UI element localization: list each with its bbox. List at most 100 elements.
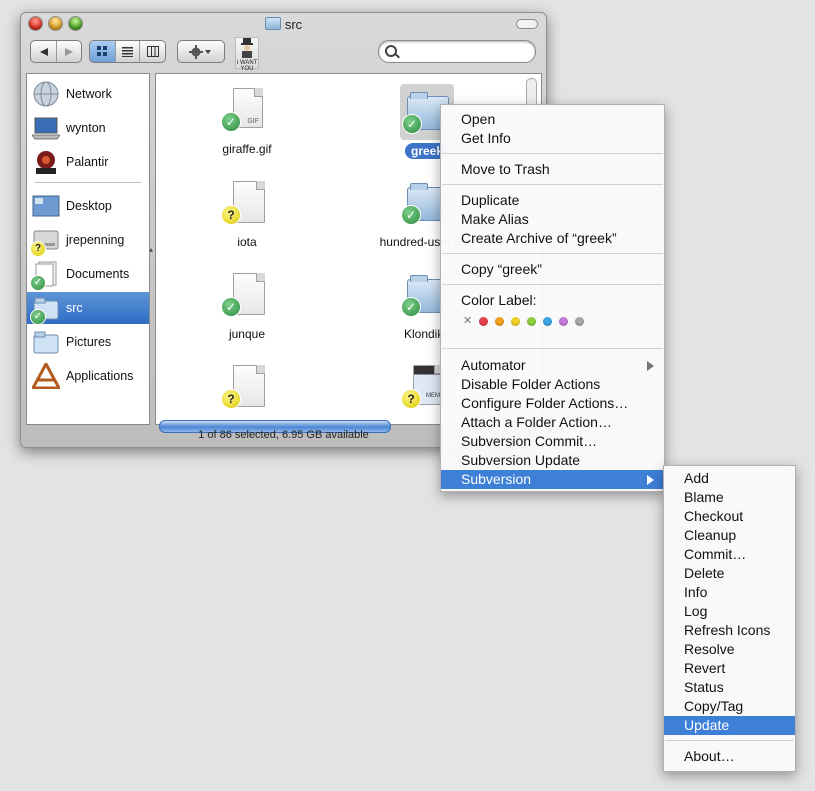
context-menu: Open Get Info Move to Trash Duplicate Ma…	[440, 104, 665, 492]
menu-separator	[665, 740, 794, 741]
color-label-orange[interactable]	[495, 316, 504, 326]
sidebar-item-applications[interactable]: Applications	[27, 360, 149, 392]
submenu-arrow-icon	[647, 361, 654, 371]
menu-item-color-label: Color Label:	[461, 292, 537, 308]
uncle-sam-poster-icon[interactable]: I WANT YOU	[235, 37, 259, 72]
forward-button[interactable]	[57, 41, 81, 62]
svn-menu-item-refresh-icons[interactable]: Refresh Icons	[664, 621, 795, 640]
back-arrow-icon	[39, 47, 48, 56]
menu-item-make-alias[interactable]: Make Alias	[441, 210, 664, 229]
back-button[interactable]	[31, 41, 57, 62]
file-item[interactable]: ?	[182, 363, 312, 415]
uncle-sam-figure-icon	[241, 38, 253, 58]
svn-ok-badge: ✓	[402, 114, 422, 134]
menu-item-duplicate[interactable]: Duplicate	[441, 191, 664, 210]
menu-separator	[442, 184, 663, 185]
menu-item-configure-folder-actions[interactable]: Configure Folder Actions…	[441, 394, 664, 413]
action-menu-button[interactable]	[177, 40, 225, 63]
no-color-label-button[interactable]: ✕	[463, 315, 472, 326]
svn-menu-item-info[interactable]: Info	[664, 583, 795, 602]
title-bar[interactable]: src	[21, 13, 546, 35]
poster-caption: I WANT YOU	[236, 60, 258, 72]
sidebar-item-src[interactable]: ✓ src	[27, 292, 149, 325]
svn-menu-item-update[interactable]: Update	[664, 716, 795, 735]
menu-item-move-to-trash[interactable]: Move to Trash	[441, 160, 664, 179]
file-name: junque	[228, 327, 266, 341]
sidebar-item-jrepenning[interactable]: ? jrepenning	[27, 224, 149, 257]
file-item[interactable]: GIF ✓ giraffe.gif	[182, 86, 312, 157]
color-label-green[interactable]	[527, 316, 536, 326]
sidebar-item-pictures[interactable]: Pictures	[27, 326, 149, 358]
svn-menu-item-checkout[interactable]: Checkout	[664, 507, 795, 526]
sidebar-item-label: Palantir	[66, 155, 109, 169]
menu-item-subversion[interactable]: Subversion	[441, 470, 664, 489]
toolbar: I WANT YOU	[21, 35, 546, 72]
color-label-picker: ✕	[463, 314, 584, 328]
search-field[interactable]	[378, 40, 536, 63]
sidebar: Network wynton Palantir Desktop ? jrepen…	[26, 73, 150, 425]
svn-ok-badge: ✓	[30, 275, 46, 291]
sidebar-item-desktop[interactable]: Desktop	[27, 190, 149, 222]
file-name: iota	[237, 235, 257, 249]
sidebar-item-label: Network	[66, 87, 112, 101]
sidebar-item-label: Documents	[66, 267, 130, 281]
svn-menu-item-resolve[interactable]: Resolve	[664, 640, 795, 659]
gif-file-icon: GIF ✓	[221, 86, 271, 138]
color-label-gray[interactable]	[575, 316, 584, 326]
submenu-arrow-icon	[647, 475, 654, 485]
color-label-red[interactable]	[479, 316, 488, 326]
color-label-blue[interactable]	[543, 316, 552, 326]
svn-menu-item-commit[interactable]: Commit…	[664, 545, 795, 564]
file-name: giraffe.gif	[222, 142, 272, 156]
list-view-button[interactable]	[116, 41, 141, 62]
icon-view-button[interactable]	[90, 41, 116, 62]
svn-menu-item-cleanup[interactable]: Cleanup	[664, 526, 795, 545]
forward-arrow-icon	[65, 47, 73, 56]
menu-item-subversion-update[interactable]: Subversion Update	[441, 451, 664, 470]
list-view-icon	[121, 47, 133, 57]
menu-item-label: Automator	[461, 357, 526, 373]
svn-unversioned-badge: ?	[401, 389, 421, 409]
menu-item-subversion-commit[interactable]: Subversion Commit…	[441, 432, 664, 451]
document-icon: ✓	[221, 271, 271, 323]
menu-item-copy[interactable]: Copy “greek”	[441, 260, 664, 279]
home-drive-icon: ?	[30, 227, 60, 257]
gear-icon	[189, 44, 211, 59]
color-label-yellow[interactable]	[511, 316, 520, 326]
svn-menu-item-log[interactable]: Log	[664, 602, 795, 621]
sidebar-item-label: wynton	[66, 121, 106, 135]
svn-menu-item-add[interactable]: Add	[664, 469, 795, 488]
svn-menu-item-delete[interactable]: Delete	[664, 564, 795, 583]
window-title-text: src	[284, 17, 303, 32]
svn-ok-badge: ✓	[401, 297, 421, 317]
desktop-icon	[32, 193, 60, 219]
toolbar-toggle-button[interactable]	[516, 19, 538, 29]
menu-item-attach-folder-action[interactable]: Attach a Folder Action…	[441, 413, 664, 432]
svn-menu-item-status[interactable]: Status	[664, 678, 795, 697]
action-gear	[178, 41, 224, 62]
svn-menu-item-blame[interactable]: Blame	[664, 488, 795, 507]
file-item[interactable]: ✓ junque	[182, 271, 312, 342]
menu-item-disable-folder-actions[interactable]: Disable Folder Actions	[441, 375, 664, 394]
svn-menu-item-copy-tag[interactable]: Copy/Tag	[664, 697, 795, 716]
svn-menu-item-about[interactable]: About…	[664, 747, 795, 766]
file-item[interactable]: ? iota	[182, 179, 312, 250]
sidebar-item-network[interactable]: Network	[27, 78, 149, 110]
menu-item-get-info[interactable]: Get Info	[441, 129, 664, 148]
menu-item-open[interactable]: Open	[441, 110, 664, 129]
icon-view-icon	[96, 46, 107, 56]
svn-menu-item-revert[interactable]: Revert	[664, 659, 795, 678]
document-icon: ?	[221, 363, 271, 415]
window-title: src	[21, 17, 546, 32]
menu-item-automator[interactable]: Automator	[441, 356, 664, 375]
svn-ok-badge: ✓	[30, 309, 46, 325]
menu-item-create-archive[interactable]: Create Archive of “greek”	[441, 229, 664, 248]
color-label-purple[interactable]	[559, 316, 568, 326]
sidebar-item-palantir[interactable]: Palantir	[27, 146, 149, 178]
sidebar-item-wynton[interactable]: wynton	[27, 112, 149, 144]
menu-separator	[442, 253, 663, 254]
column-view-button[interactable]	[140, 41, 165, 62]
sidebar-item-documents[interactable]: ✓ Documents	[27, 258, 149, 291]
splitter-handle[interactable]: ▴	[149, 245, 153, 254]
menu-separator	[442, 284, 663, 285]
